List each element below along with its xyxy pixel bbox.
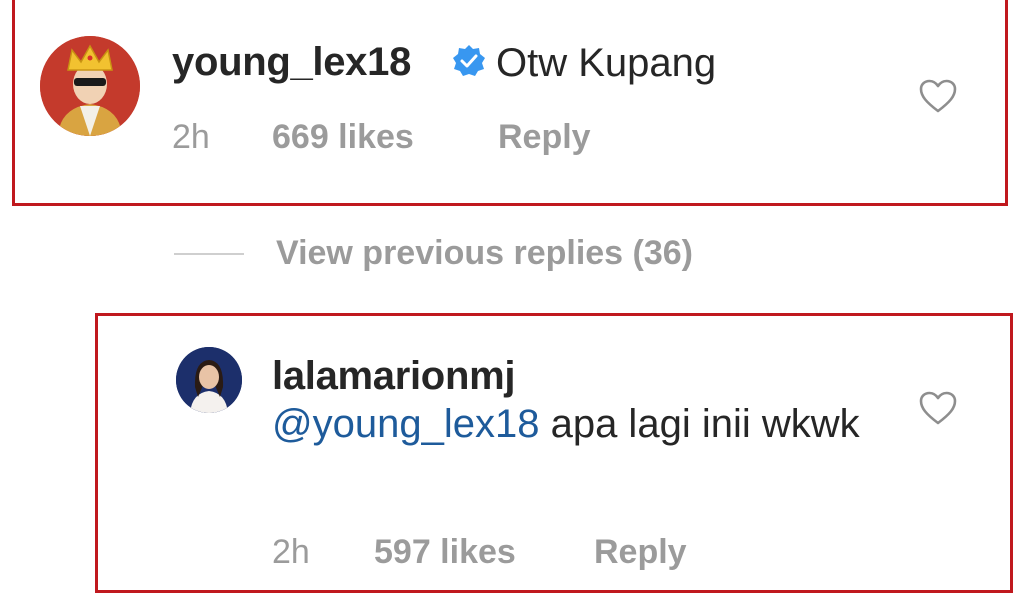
like-heart-icon[interactable]: [918, 78, 958, 114]
comment-2-likes[interactable]: 597 likes: [374, 535, 516, 569]
replies-divider-line: [174, 253, 244, 255]
comment-2-username[interactable]: lalamarionmj: [272, 356, 515, 396]
like-heart-icon[interactable]: [918, 390, 958, 426]
avatar-lalamarionmj[interactable]: [176, 347, 242, 413]
comment-1-reply-button[interactable]: Reply: [498, 120, 591, 154]
avatar-young-lex18[interactable]: [40, 36, 140, 136]
comment-2-time: 2h: [272, 533, 310, 571]
comment-1-likes[interactable]: 669 likes: [272, 120, 414, 154]
verified-badge-icon: [453, 45, 485, 76]
comment-2-mention[interactable]: @young_lex18: [272, 402, 539, 446]
comment-2-text-block: @young_lex18 apa lagi inii wkwk: [272, 398, 872, 450]
comment-1-time: 2h: [172, 118, 210, 156]
comment-2-text: apa lagi inii wkwk: [539, 402, 860, 446]
comment-2-reply-button[interactable]: Reply: [594, 535, 687, 569]
view-previous-replies-button[interactable]: View previous replies (36): [276, 236, 693, 270]
comment-1-text: Otw Kupang: [496, 41, 717, 85]
comment-1-username[interactable]: young_lex18: [172, 42, 411, 82]
highlight-box-1: [12, 0, 1008, 206]
highlight-box-2: [95, 313, 1013, 593]
